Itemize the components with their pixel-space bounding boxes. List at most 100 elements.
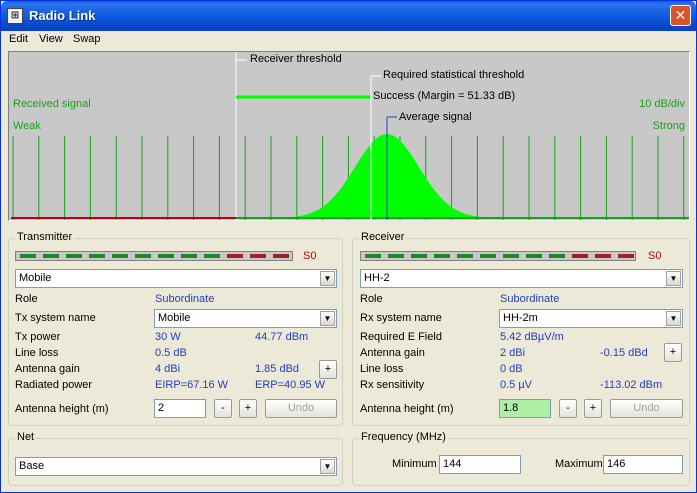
rx-line-loss-label: Line loss — [360, 363, 404, 375]
tx-eirp: EIRP=67.16 W — [155, 379, 229, 391]
net-value: Base — [19, 460, 45, 472]
tx-antenna-height-input[interactable]: 2 — [154, 399, 206, 418]
frequency-max-value: 146 — [607, 458, 626, 470]
transmitter-title: Transmitter — [15, 231, 75, 243]
meter-segment — [250, 254, 266, 258]
success-label: Success (Margin = 51.33 dB) — [373, 90, 516, 102]
rx-required-field-value: 5.42 dBµV/m — [500, 331, 564, 343]
tx-antenna-gain-add-button[interactable]: + — [319, 360, 337, 379]
frequency-min-value: 144 — [443, 458, 462, 470]
tx-antenna-height-value: 2 — [158, 402, 165, 414]
meter-segment — [503, 254, 519, 258]
rx-sensitivity-label: Rx sensitivity — [360, 379, 425, 391]
rx-role-value: Subordinate — [500, 293, 560, 305]
tx-antenna-height-label: Antenna height (m) — [15, 403, 109, 415]
meter-segment — [89, 254, 105, 258]
transmitter-mode-select[interactable]: Mobile ▼ — [15, 269, 337, 288]
frequency-title: Frequency (MHz) — [359, 431, 448, 443]
receiver-mode-select[interactable]: HH-2 ▼ — [360, 269, 683, 288]
net-select[interactable]: Base ▼ — [15, 457, 337, 476]
rx-height-increase-button[interactable]: + — [584, 399, 602, 418]
app-icon: ⊞ — [7, 8, 23, 24]
rx-antenna-gain-label: Antenna gain — [360, 347, 425, 359]
rx-required-field-label: Required E Field — [360, 331, 442, 343]
meter-segment — [204, 254, 220, 258]
tx-role-value: Subordinate — [155, 293, 215, 305]
rx-system-select[interactable]: HH-2m ▼ — [499, 309, 683, 328]
rx-undo-button[interactable]: Undo — [610, 399, 683, 418]
tx-antenna-gain-dbd: 1.85 dBd — [255, 363, 300, 375]
meter-segment — [572, 254, 588, 258]
transmitter-meter — [15, 251, 293, 261]
meter-segment — [43, 254, 59, 258]
tx-role-label: Role — [15, 293, 38, 305]
close-icon: ✕ — [674, 7, 687, 23]
close-button[interactable]: ✕ — [670, 5, 691, 26]
frequency-min-label: Minimum — [392, 458, 437, 470]
frequency-min-input[interactable]: 144 — [439, 455, 521, 474]
rx-antenna-height-input[interactable]: 1.8 — [499, 399, 551, 418]
receiver-mode-value: HH-2 — [364, 272, 390, 284]
menu-edit[interactable]: Edit — [9, 33, 28, 45]
tx-radiated-power-label: Radiated power — [15, 379, 93, 391]
tx-erp: ERP=40.95 W — [255, 379, 326, 391]
meter-segment — [411, 254, 427, 258]
scale-label: 10 dB/div — [639, 98, 685, 110]
chevron-down-icon[interactable]: ▼ — [666, 311, 681, 326]
rx-sensitivity-uv: 0.5 µV — [500, 379, 533, 391]
received-signal-label: Received signal — [13, 98, 91, 110]
receiver-title: Receiver — [359, 231, 407, 243]
signal-graph: Received signal Weak 10 dB/div Strong Re… — [8, 51, 690, 221]
tx-antenna-gain-label: Antenna gain — [15, 363, 80, 375]
rx-antenna-gain-dbd: -0.15 dBd — [600, 347, 648, 359]
meter-segment — [273, 254, 289, 258]
rx-system-label: Rx system name — [360, 312, 442, 324]
radio-link-window: ⊞ Radio Link ✕ Edit View Swap Received s… — [0, 0, 697, 493]
rx-antenna-height-label: Antenna height (m) — [360, 403, 454, 415]
chevron-down-icon[interactable]: ▼ — [666, 271, 681, 286]
tx-power-label: Tx power — [15, 331, 61, 343]
rx-antenna-gain-add-button[interactable]: + — [664, 343, 682, 362]
meter-segment — [181, 254, 197, 258]
rx-antenna-gain-dbi: 2 dBi — [500, 347, 526, 359]
rx-height-decrease-button[interactable]: - — [559, 399, 577, 418]
average-signal-label: Average signal — [399, 111, 472, 123]
chevron-down-icon[interactable]: ▼ — [320, 271, 335, 286]
meter-segment — [227, 254, 243, 258]
weak-label: Weak — [13, 120, 41, 132]
meter-segment — [135, 254, 151, 258]
rx-system-value: HH-2m — [503, 312, 538, 324]
meter-segment — [365, 254, 381, 258]
menu-swap[interactable]: Swap — [73, 33, 101, 45]
chevron-down-icon[interactable]: ▼ — [320, 459, 335, 474]
menu-view[interactable]: View — [39, 33, 63, 45]
frequency-max-label: Maximum — [555, 458, 603, 470]
tx-undo-button[interactable]: Undo — [265, 399, 337, 418]
chevron-down-icon[interactable]: ▼ — [320, 311, 335, 326]
frequency-max-input[interactable]: 146 — [603, 455, 683, 474]
meter-segment — [434, 254, 450, 258]
tx-height-decrease-button[interactable]: - — [214, 399, 232, 418]
tx-power-dbm: 44.77 dBm — [255, 331, 309, 343]
receiver-meter-value: S0 — [648, 250, 662, 262]
tx-line-loss-value: 0.5 dB — [155, 347, 187, 359]
tx-system-select[interactable]: Mobile ▼ — [154, 309, 337, 328]
meter-segment — [618, 254, 634, 258]
tx-height-increase-button[interactable]: + — [239, 399, 257, 418]
meter-segment — [66, 254, 82, 258]
tx-antenna-gain-dbi: 4 dBi — [155, 363, 181, 375]
tx-line-loss-label: Line loss — [15, 347, 59, 359]
tx-system-value: Mobile — [158, 312, 191, 324]
menu-bar: Edit View Swap — [1, 31, 696, 49]
meter-segment — [549, 254, 565, 258]
rx-role-label: Role — [360, 293, 383, 305]
statistical-threshold-label: Required statistical threshold — [383, 69, 525, 81]
tx-system-label: Tx system name — [15, 312, 96, 324]
title-bar: ⊞ Radio Link ✕ — [1, 1, 696, 31]
meter-segment — [158, 254, 174, 258]
tx-power-watts: 30 W — [155, 331, 181, 343]
meter-segment — [388, 254, 404, 258]
signal-graph-canvas — [11, 52, 689, 220]
receiver-threshold-label: Receiver threshold — [250, 53, 342, 65]
transmitter-meter-value: S0 — [303, 250, 317, 262]
